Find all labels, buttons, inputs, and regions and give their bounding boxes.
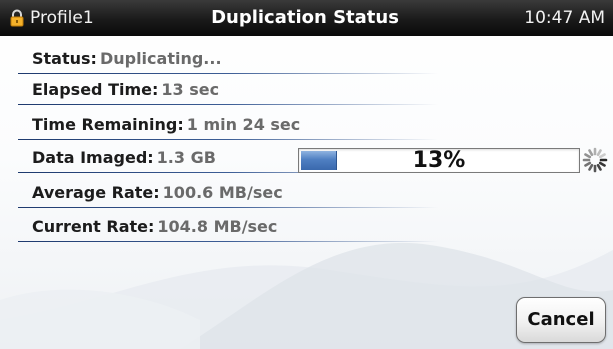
row-separator xyxy=(18,139,438,140)
data-imaged-label: Data Imaged: xyxy=(32,148,154,167)
current-rate-label: Current Rate: xyxy=(32,217,155,236)
data-imaged-value: 1.3 GB xyxy=(156,148,216,167)
status-value: Duplicating... xyxy=(99,49,222,68)
status-label: Status: xyxy=(32,49,97,68)
duplication-status-screen: Profile1 Duplication Status 10:47 AM Sta… xyxy=(0,0,613,349)
time-remaining-value: 1 min 24 sec xyxy=(186,115,301,134)
spinner-tick xyxy=(588,163,594,171)
time-remaining-label: Time Remaining: xyxy=(32,115,184,134)
row-separator xyxy=(18,207,438,208)
profile-name: Profile1 xyxy=(30,8,94,28)
title-bar: Profile1 Duplication Status 10:47 AM xyxy=(0,0,613,36)
progress-percent: 13% xyxy=(412,148,466,173)
clock: 10:47 AM xyxy=(524,8,605,28)
spinner-icon xyxy=(582,147,608,173)
average-rate-value: 100.6 MB/sec xyxy=(162,183,283,202)
elapsed-time-value: 13 sec xyxy=(161,80,220,99)
spinner-tick xyxy=(598,161,606,167)
lock-icon xyxy=(10,9,24,27)
spinner-tick xyxy=(584,161,592,167)
row-separator xyxy=(18,241,438,242)
spinner-tick xyxy=(588,149,594,157)
spinner-tick xyxy=(598,153,606,159)
average-rate-label: Average Rate: xyxy=(32,183,160,202)
progress-bar: 13% xyxy=(298,148,580,173)
elapsed-time-label: Elapsed Time: xyxy=(32,80,159,99)
row-separator xyxy=(18,104,438,105)
spinner-tick xyxy=(584,153,592,159)
spinner-tick xyxy=(596,163,602,171)
spinner-tick xyxy=(596,149,602,157)
row-separator xyxy=(18,73,438,74)
cancel-button[interactable]: Cancel xyxy=(516,297,606,343)
current-rate-value: 104.8 MB/sec xyxy=(157,217,278,236)
window-title: Duplication Status xyxy=(211,7,399,28)
